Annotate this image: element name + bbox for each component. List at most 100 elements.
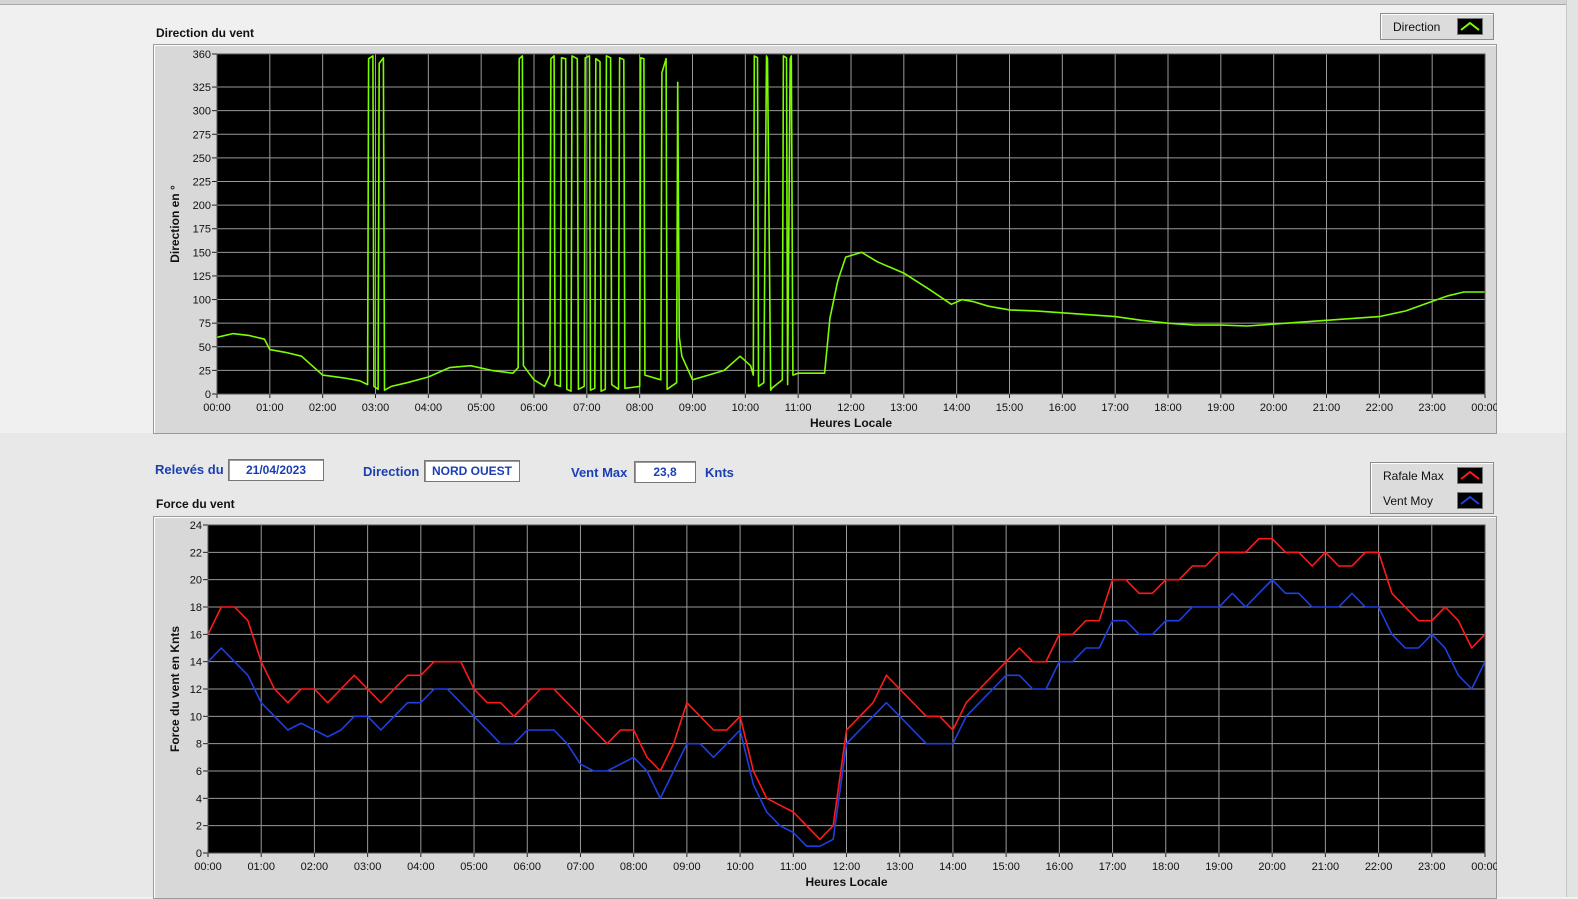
direction-y-tick-label: 175 [193,224,211,236]
force-x-tick-label: 03:00 [354,861,382,873]
direction-x-tick-label: 12:00 [837,402,865,414]
vent-max-label: Vent Max [571,465,628,480]
direction-y-tick-label: 225 [193,177,211,189]
legend-label-rafale-max: Rafale Max [1383,468,1444,483]
direction-y-tick-label: 75 [199,318,211,330]
line-swatch-icon [1457,467,1483,484]
direction-x-tick-label: 05:00 [467,402,495,414]
direction-legend[interactable]: Direction [1380,13,1494,40]
direction-y-tick-label: 0 [205,389,211,401]
force-x-tick-label: 10:00 [726,861,754,873]
direction-y-tick-label: 300 [193,106,211,118]
force-x-tick-label: 19:00 [1205,861,1233,873]
date-label: Relevés du [155,462,224,477]
force-chart: 00:00 01:00 02:00 03:00 04:00 05:00 06:00 07:00… [168,520,1497,889]
force-x-tick-label: 08:00 [620,861,648,873]
force-y-tick-label: 14 [190,657,202,669]
direction-chart: 00:00 01:00 02:00 03:00 04:00 05:00 06:00 07:00… [168,49,1497,430]
direction-x-tick-label: 22:00 [1366,402,1394,414]
legend-label-direction: Direction [1393,19,1441,34]
force-x-tick-label: 23:00 [1418,861,1446,873]
direction-x-tick-label: 16:00 [1049,402,1077,414]
date-field[interactable]: 21/04/2023 [228,459,324,481]
direction-x-tick-label: 10:00 [732,402,760,414]
force-y-tick-label: 22 [190,547,202,559]
direction-x-tick-label: 09:00 [679,402,707,414]
force-x-tick-label: 14:00 [939,861,967,873]
force-x-tick-label: 21:00 [1312,861,1340,873]
force-x-tick-label: 07:00 [567,861,595,873]
force-y-tick-label: 16 [190,629,202,641]
vent-max-field[interactable]: 23,8 [634,461,696,483]
force-x-tick-label: 17:00 [1099,861,1127,873]
force-x-tick-label: 09:00 [673,861,701,873]
force-y-tick-label: 10 [190,711,202,723]
direction-x-tick-label: 15:00 [996,402,1024,414]
legend-item-rafale-max[interactable]: Rafale Max [1371,463,1493,488]
line-swatch-icon [1457,18,1483,35]
direction-x-tick-label: 17:00 [1101,402,1129,414]
direction-x-tick-label: 04:00 [415,402,443,414]
direction-x-tick-label: 20:00 [1260,402,1288,414]
direction-x-axis-label: Heures Locale [810,416,892,430]
force-x-tick-label: 16:00 [1046,861,1074,873]
force-x-tick-label: 06:00 [513,861,541,873]
force-y-axis-label: Force du vent en Knts [168,626,182,752]
force-y-tick-label: 4 [196,793,202,805]
direction-x-tick-label: 23:00 [1418,402,1446,414]
direction-y-tick-label: 275 [193,129,211,141]
force-legend[interactable]: Rafale Max Vent Moy [1370,462,1494,514]
force-y-tick-label: 24 [190,520,202,532]
direction-x-tick-label: 08:00 [626,402,654,414]
force-x-tick-label: 01:00 [247,861,275,873]
direction-x-tick-label: 03:00 [362,402,390,414]
force-y-tick-label: 8 [196,739,202,751]
force-x-tick-label: 00:00 [1471,861,1497,873]
direction-y-tick-label: 250 [193,153,211,165]
direction-x-tick-label: 02:00 [309,402,337,414]
direction-x-tick-label: 00:00 [203,402,231,414]
force-x-tick-label: 15:00 [992,861,1020,873]
direction-chart-title: Direction du vent [156,26,255,40]
direction-x-tick-label: 00:00 [1471,402,1497,414]
force-y-tick-label: 12 [190,684,202,696]
force-x-tick-label: 04:00 [407,861,435,873]
direction-y-tick-label: 50 [199,342,211,354]
direction-x-tick-label: 11:00 [785,402,812,414]
line-swatch-icon [1457,492,1483,509]
direction-y-tick-label: 150 [193,247,211,259]
legend-item-vent-moy[interactable]: Vent Moy [1371,488,1493,513]
direction-x-tick-label: 14:00 [943,402,971,414]
direction-y-tick-label: 125 [193,271,211,283]
force-x-tick-label: 05:00 [460,861,488,873]
force-x-tick-label: 18:00 [1152,861,1180,873]
window-scrollbar[interactable] [1566,0,1578,897]
force-y-tick-label: 6 [196,766,202,778]
direction-field[interactable]: NORD OUEST [424,460,520,482]
force-y-tick-label: 2 [196,821,202,833]
direction-y-tick-label: 25 [199,365,211,377]
direction-y-axis-label: Direction en ° [168,185,182,263]
window-top-border [0,0,1578,5]
direction-x-tick-label: 07:00 [573,402,601,414]
force-x-tick-label: 02:00 [301,861,329,873]
force-x-tick-label: 20:00 [1258,861,1286,873]
direction-x-tick-label: 21:00 [1313,402,1341,414]
vent-max-unit: Knts [705,465,734,480]
direction-y-tick-label: 360 [193,49,211,61]
force-x-tick-label: 22:00 [1365,861,1393,873]
direction-y-tick-label: 200 [193,200,211,212]
force-x-axis-label: Heures Locale [805,875,887,889]
force-x-tick-label: 12:00 [833,861,861,873]
direction-x-tick-label: 13:00 [890,402,918,414]
direction-x-tick-label: 18:00 [1154,402,1182,414]
direction-y-tick-label: 100 [193,295,211,307]
force-x-tick-label: 11:00 [780,861,807,873]
force-y-tick-label: 0 [196,848,202,860]
force-x-tick-label: 13:00 [886,861,914,873]
legend-label-vent-moy: Vent Moy [1383,493,1434,508]
force-chart-title: Force du vent [156,497,235,511]
legend-item-direction[interactable]: Direction [1381,14,1493,39]
direction-label: Direction [363,464,420,479]
force-y-tick-label: 20 [190,575,202,587]
